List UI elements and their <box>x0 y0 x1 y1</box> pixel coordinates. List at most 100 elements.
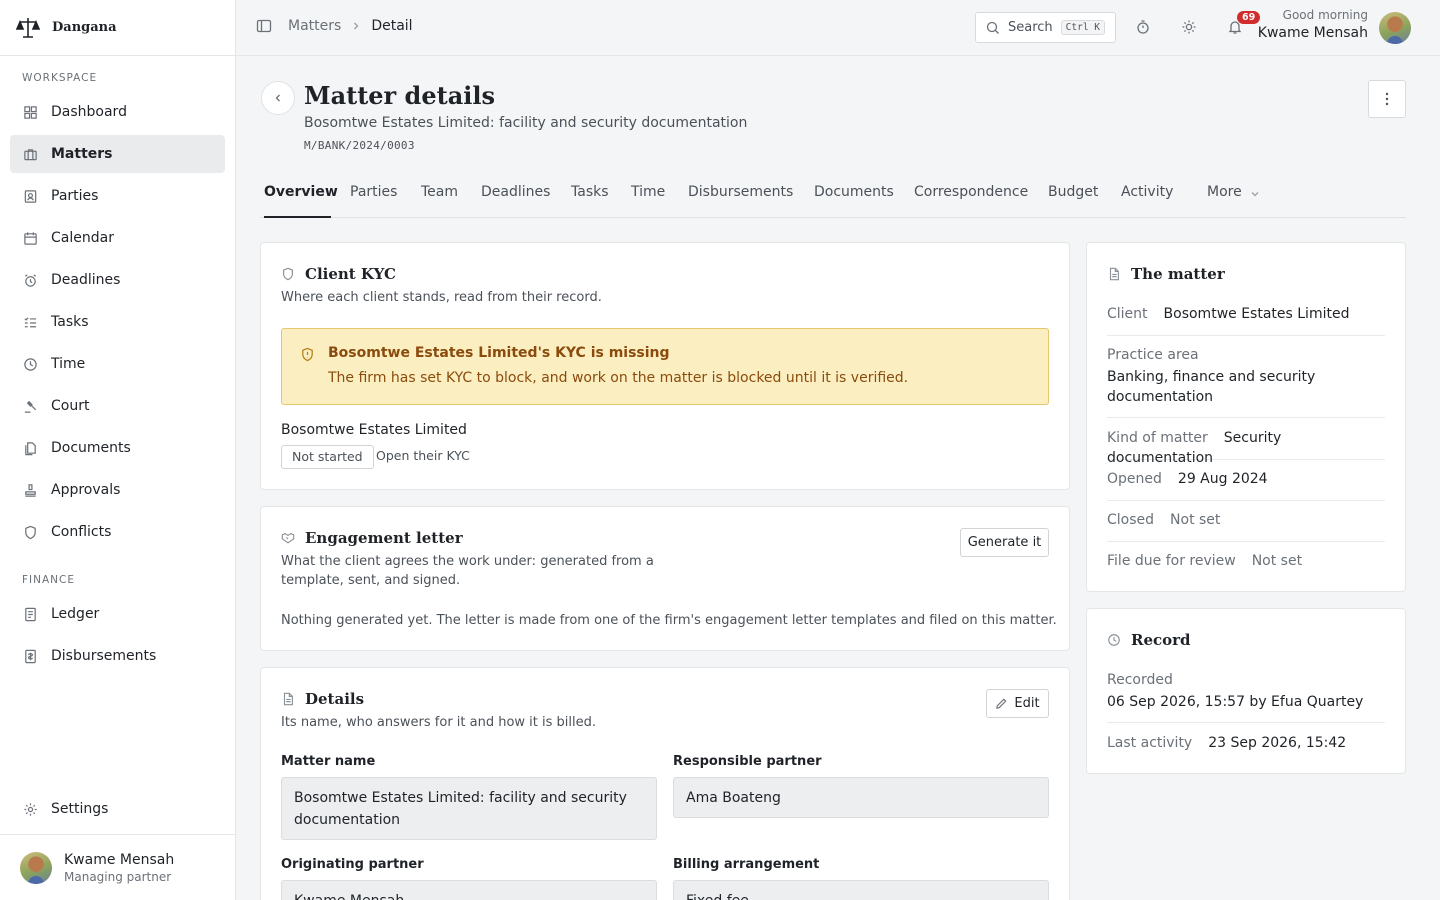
sidebar-item-court[interactable]: Court <box>10 387 225 425</box>
kv-key: Kind of matter <box>1107 430 1208 446</box>
the-matter-card: The matter Client Bosomtwe Estates Limite… <box>1086 242 1406 592</box>
document-icon <box>1107 267 1121 281</box>
kv-value: 23 Sep 2026, 15:42 <box>1208 735 1347 751</box>
kv-kind: Kind of matter Security documentation <box>1107 428 1385 466</box>
calendar-icon <box>22 230 38 246</box>
tab-more[interactable]: More <box>1207 184 1260 218</box>
tab-disbursements[interactable]: Disbursements <box>688 184 793 218</box>
sidebar-item-approvals[interactable]: Approvals <box>10 471 225 509</box>
sidebar-toggle-icon[interactable] <box>256 18 272 34</box>
billing-arrangement-field[interactable]: Fixed fee <box>673 880 1049 900</box>
tab-budget[interactable]: Budget <box>1048 184 1098 218</box>
kv-key: Closed <box>1107 512 1155 528</box>
greeting: Good morning Kwame Mensah <box>1258 8 1368 41</box>
sidebar-item-tasks[interactable]: Tasks <box>10 303 225 341</box>
tab-tasks[interactable]: Tasks <box>571 184 609 218</box>
tab-correspondence[interactable]: Correspondence <box>914 184 1028 218</box>
sun-icon[interactable] <box>1180 18 1198 36</box>
sidebar-user[interactable]: Kwame Mensah Managing partner <box>0 834 235 900</box>
client-kyc-card: Client KYC Where each client stands, rea… <box>260 242 1070 490</box>
responsible-partner-field[interactable]: Ama Boateng <box>673 777 1049 818</box>
sidebar-item-calendar[interactable]: Calendar <box>10 219 225 257</box>
sidebar-item-matters[interactable]: Matters <box>10 135 225 173</box>
sidebar: Dangana WORKSPACE Dashboard Matters Part… <box>0 0 236 900</box>
grid-icon <box>22 104 38 120</box>
timer-icon[interactable] <box>1134 18 1152 36</box>
sidebar-item-settings[interactable]: Settings <box>10 790 225 828</box>
generate-button[interactable]: Generate it <box>960 528 1049 557</box>
tab-parties[interactable]: Parties <box>350 184 397 218</box>
sidebar-item-label: Calendar <box>51 230 114 246</box>
page-title: Matter details <box>304 81 495 110</box>
kv-value: 29 Aug 2024 <box>1177 471 1268 487</box>
clock-icon <box>22 356 38 372</box>
tab-activity[interactable]: Activity <box>1121 184 1173 218</box>
matter-name-label: Matter name <box>281 754 376 769</box>
sidebar-item-label: Deadlines <box>51 272 121 288</box>
originating-partner-label: Originating partner <box>281 857 424 872</box>
kv-value: Not set <box>1170 512 1221 528</box>
brand[interactable]: Dangana <box>0 0 235 56</box>
sidebar-item-label: Documents <box>51 440 131 456</box>
engagement-description-line: template, sent, and signed. <box>281 573 461 588</box>
kv-key: Opened <box>1107 471 1162 487</box>
more-actions-button[interactable] <box>1368 80 1406 118</box>
page-subtitle: Bosomtwe Estates Limited: facility and s… <box>304 115 748 131</box>
shield-icon <box>22 524 38 540</box>
sidebar-item-documents[interactable]: Documents <box>10 429 225 467</box>
brand-name: Dangana <box>52 20 117 35</box>
handshake-icon <box>281 531 295 545</box>
chevron-right-icon <box>351 21 361 31</box>
avatar[interactable] <box>1379 12 1411 44</box>
kyc-client-name: Bosomtwe Estates Limited <box>281 422 467 438</box>
sidebar-item-deadlines[interactable]: Deadlines <box>10 261 225 299</box>
notification-badge: 69 <box>1237 11 1261 24</box>
engagement-letter-card: Engagement letter What the client agrees… <box>260 506 1070 651</box>
back-button[interactable] <box>261 81 295 115</box>
details-title: Details <box>305 690 365 708</box>
documents-icon <box>22 440 38 456</box>
sidebar-item-label: Approvals <box>51 482 121 498</box>
kv-key: Client <box>1107 306 1148 322</box>
kv-value: Not set <box>1251 553 1303 569</box>
document-icon <box>281 692 295 706</box>
tab-deadlines[interactable]: Deadlines <box>481 184 550 218</box>
sidebar-item-parties[interactable]: Parties <box>10 177 225 215</box>
tab-time[interactable]: Time <box>631 184 665 218</box>
kv-key: Recorded <box>1107 672 1173 688</box>
contact-icon <box>22 188 38 204</box>
edit-button[interactable]: Edit <box>986 689 1049 718</box>
tab-documents[interactable]: Documents <box>814 184 894 218</box>
kv-recorded: Recorded 06 Sep 2026, 15:57 by Efua Quar… <box>1107 670 1385 723</box>
card-title: Client KYC <box>281 265 396 283</box>
breadcrumb-matters[interactable]: Matters <box>288 18 341 34</box>
sidebar-item-label: Ledger <box>51 606 100 622</box>
sidebar-item-conflicts[interactable]: Conflicts <box>10 513 225 551</box>
sidebar-item-time[interactable]: Time <box>10 345 225 383</box>
greeting-text: Good morning <box>1282 8 1368 22</box>
tab-more-label: More <box>1207 184 1242 200</box>
open-kyc-link[interactable]: Open their KYC <box>376 448 470 463</box>
section-workspace: WORKSPACE <box>22 72 98 84</box>
sidebar-item-ledger[interactable]: Ledger <box>10 595 225 633</box>
card-title: The matter <box>1107 265 1225 283</box>
sidebar-item-label: Conflicts <box>51 524 112 540</box>
card-title: Details <box>281 690 364 708</box>
sidebar-item-disbursements[interactable]: Disbursements <box>10 637 225 675</box>
tab-team[interactable]: Team <box>421 184 458 218</box>
kyc-warning-alert: Bosomtwe Estates Limited's KYC is missin… <box>281 328 1049 405</box>
bell-icon[interactable]: 69 <box>1226 11 1261 36</box>
search-button[interactable]: Search Ctrl K <box>975 12 1116 43</box>
details-description: Its name, who answers for it and how it … <box>281 715 597 730</box>
kv-value: Bosomtwe Estates Limited <box>1163 306 1350 322</box>
originating-partner-field[interactable]: Kwame Mensah <box>281 880 657 900</box>
kv-review: File due for review Not set <box>1107 551 1385 575</box>
breadcrumb: Matters Detail <box>256 18 413 34</box>
sidebar-item-dashboard[interactable]: Dashboard <box>10 93 225 131</box>
engagement-title: Engagement letter <box>305 529 463 547</box>
sidebar-item-label: Tasks <box>51 314 89 330</box>
matter-name-field[interactable]: Bosomtwe Estates Limited: facility and s… <box>281 777 657 840</box>
sidebar-item-label: Parties <box>51 188 99 204</box>
tab-overview[interactable]: Overview <box>264 184 338 218</box>
kv-key: Practice area <box>1107 347 1199 363</box>
